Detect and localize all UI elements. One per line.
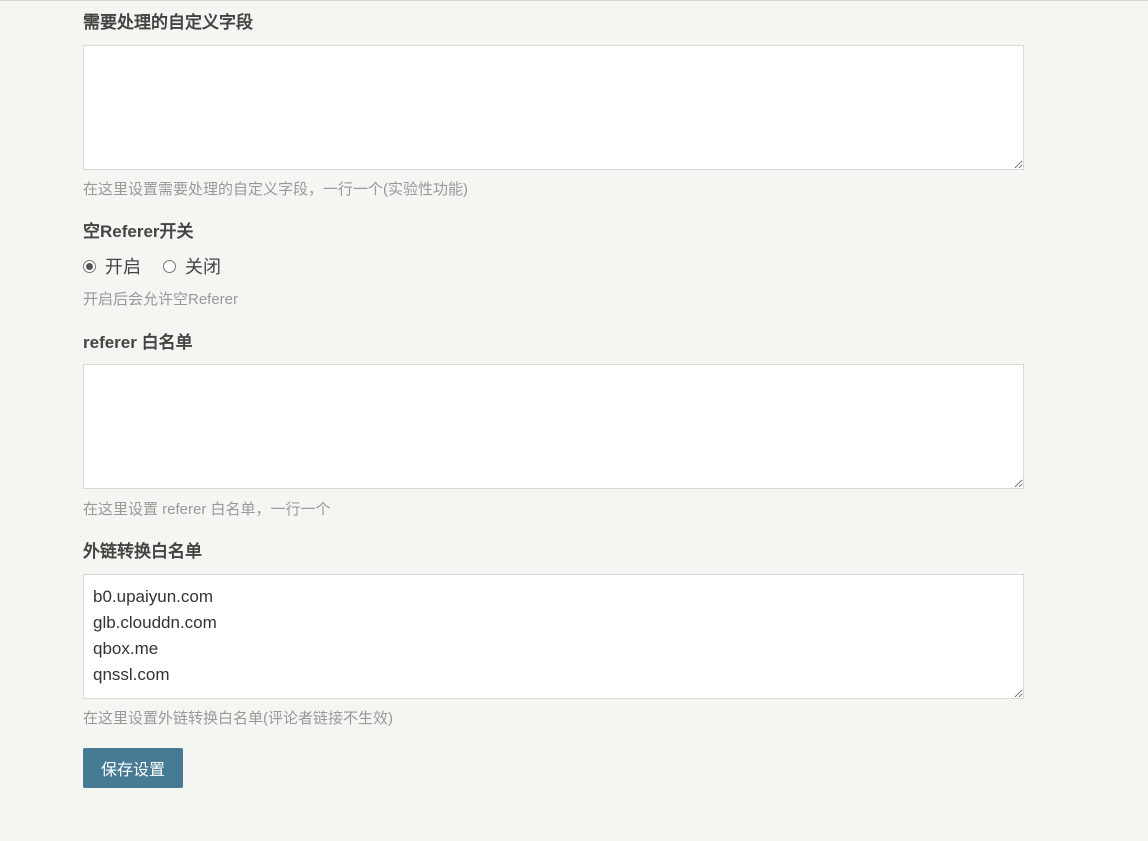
external-link-whitelist-input-wrap — [83, 574, 1024, 699]
radio-enable[interactable]: 开启 — [83, 253, 141, 279]
empty-referer-label: 空Referer开关 — [83, 222, 194, 241]
empty-referer-description: 开启后会允许空Referer — [83, 291, 239, 308]
radio-disable[interactable]: 关闭 — [163, 253, 221, 279]
radio-enable-indicator[interactable] — [83, 259, 96, 273]
referer-whitelist-description: 在这里设置 referer 白名单，一行一个 — [83, 501, 331, 518]
referer-whitelist-section: referer 白名单 — [83, 333, 1024, 353]
referer-whitelist-textarea[interactable] — [83, 364, 1024, 489]
radio-disable-indicator[interactable] — [163, 259, 176, 273]
custom-fields-input-wrap — [83, 45, 1024, 170]
empty-referer-section: 空Referer开关 — [83, 222, 1024, 242]
custom-fields-textarea[interactable] — [83, 45, 1024, 170]
external-link-whitelist-textarea[interactable] — [83, 574, 1024, 699]
external-link-whitelist-description: 在这里设置外链转换白名单(评论者链接不生效) — [83, 710, 393, 727]
custom-fields-label: 需要处理的自定义字段 — [83, 13, 253, 32]
referer-whitelist-input-wrap — [83, 364, 1024, 489]
custom-fields-section: 需要处理的自定义字段 — [83, 13, 1024, 33]
custom-fields-description: 在这里设置需要处理的自定义字段，一行一个(实验性功能) — [83, 181, 468, 198]
external-link-whitelist-section: 外链转换白名单 — [83, 542, 1024, 562]
radio-enable-label: 开启 — [105, 257, 141, 277]
save-settings-button[interactable]: 保存设置 — [83, 748, 183, 788]
external-link-whitelist-label: 外链转换白名单 — [83, 542, 202, 561]
referer-whitelist-label: referer 白名单 — [83, 333, 193, 352]
empty-referer-radio-group: 开启 关闭 — [83, 254, 1024, 278]
top-divider — [0, 0, 1148, 1]
radio-disable-label: 关闭 — [185, 257, 221, 277]
